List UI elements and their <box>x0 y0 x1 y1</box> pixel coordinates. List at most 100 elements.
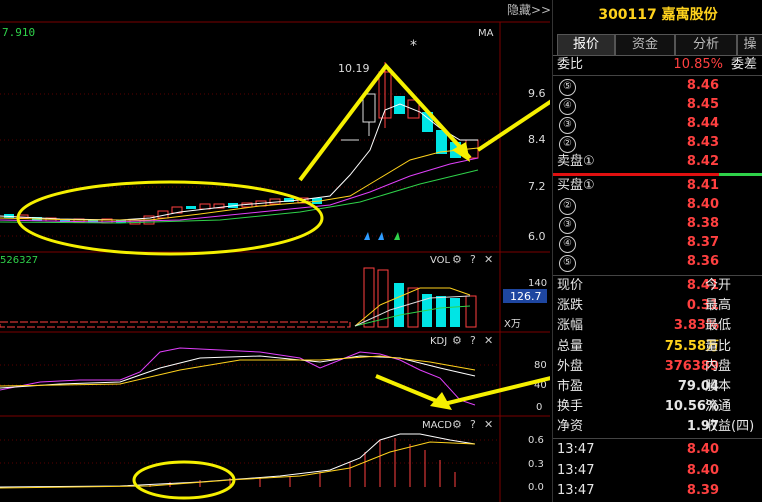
macd-gear-icon: ⚙ <box>452 418 462 431</box>
buy-price: 8.40 <box>686 197 719 212</box>
sell-row-1[interactable]: ⑤ 8.46 <box>557 76 761 96</box>
stat-row-3: 涨幅 3.83% 最低 <box>557 316 761 336</box>
main-ytick-4: 6.0 <box>528 230 546 243</box>
buy-row-1[interactable]: 买盘① 8.41 <box>557 176 761 196</box>
stat-label: 涨跌 <box>557 298 584 314</box>
vol-gear-icon: ⚙ <box>452 253 462 266</box>
webi-value: 10.85% <box>673 57 723 72</box>
buy-level-index: ③ <box>559 217 576 234</box>
stat-label: 外盘 <box>557 358 584 374</box>
kdj-close-icon: ✕ <box>484 334 493 347</box>
kdj-panel-icons[interactable]: ⚙ ? ✕ <box>452 334 493 347</box>
sell-level-index: ③ <box>559 117 576 134</box>
stat-label: 现价 <box>557 278 584 293</box>
buy-level-label: 买盘① <box>557 178 595 193</box>
stat-row-7: 换手 10.56% 流通 <box>557 397 761 417</box>
stat-right-label: 最低 <box>705 318 732 334</box>
buy-level-index: ⑤ <box>559 255 576 272</box>
kdj-ytick-3: 0 <box>536 402 542 413</box>
stat-label: 总量 <box>557 338 584 354</box>
macd-ytick-3: 0.0 <box>528 482 544 493</box>
main-ytick-3: 7.2 <box>528 180 546 193</box>
macd-ytick-2: 0.3 <box>528 459 544 470</box>
stat-right-label: 最高 <box>705 298 732 314</box>
buy-price: 8.38 <box>686 216 719 231</box>
webi-label: 委比 <box>557 57 584 72</box>
high-price-label: 10.19 <box>338 62 370 75</box>
macd-ytick-1: 0.6 <box>528 435 544 446</box>
sell-price: 8.42 <box>686 154 719 169</box>
buy-price: 8.37 <box>686 235 719 250</box>
sell-price: 8.44 <box>686 116 719 131</box>
tick-row-1: 13:47 8.40 <box>557 440 761 460</box>
webi-label2: 委差 <box>730 57 757 72</box>
sell-level-index: ⑤ <box>559 79 576 96</box>
tick-time: 13:47 <box>557 462 595 478</box>
tick-time: 13:47 <box>557 442 595 457</box>
kdj-gear-icon: ⚙ <box>452 334 462 347</box>
tick-row-3: 13:47 8.39 <box>557 481 761 501</box>
kdj-ytick-1: 80 <box>534 360 547 371</box>
sell-row-2[interactable]: ④ 8.45 <box>557 95 761 115</box>
vol-panel-icons[interactable]: ⚙ ? ✕ <box>452 253 493 266</box>
kline-chart-area[interactable]: 7.910 MA 10.19 * 9.6 8.4 7.2 6.0 526327 … <box>0 0 550 502</box>
buy-row-3[interactable]: ③ 8.38 <box>557 214 761 234</box>
ma-label: MA <box>478 28 494 39</box>
vol-title: VOL <box>430 255 451 266</box>
vol-ytick: 140 <box>528 278 547 289</box>
buy-row-2[interactable]: ② 8.40 <box>557 195 761 215</box>
sell-price: 8.43 <box>686 135 719 150</box>
buy-level-index: ④ <box>559 236 576 253</box>
main-ytick-2: 8.4 <box>528 133 546 146</box>
quote-panel: 300117 嘉寓股份 报价 资金 分析 操 委比 10.85% 委差 ⑤ 8.4… <box>552 0 762 502</box>
hide-panel-button[interactable]: 隐藏>> <box>507 3 550 17</box>
stat-right-label: 股本 <box>705 379 732 394</box>
sell-price: 8.45 <box>686 97 719 112</box>
macd-title: MACD <box>422 420 452 431</box>
stat-right-label: 今开 <box>705 278 732 293</box>
sell-row-4[interactable]: ② 8.43 <box>557 133 761 153</box>
chart-top-value: 7.910 <box>2 26 35 39</box>
buy-price: 8.41 <box>686 178 719 193</box>
vol-help-icon: ? <box>470 253 476 266</box>
stock-code: 300117 <box>598 7 657 23</box>
buy-row-5[interactable]: ⑤ 8.36 <box>557 252 761 272</box>
stat-right-label: 流通 <box>705 399 732 415</box>
sell-level-label: 卖盘① <box>557 154 595 169</box>
tick-row-2: 13:47 8.40 <box>557 461 761 481</box>
sell-level-index: ② <box>559 136 576 153</box>
tab-analysis[interactable]: 分析 <box>675 34 737 55</box>
vol-current: 126.7 <box>510 290 542 303</box>
stat-row-2: 涨跌 0.31 最高 <box>557 296 761 316</box>
tab-quote[interactable]: 报价 <box>557 34 615 55</box>
high-star: * <box>410 38 417 54</box>
tick-price: 8.40 <box>686 462 719 478</box>
tab-funds[interactable]: 资金 <box>615 34 675 55</box>
macd-panel-icons[interactable]: ⚙ ? ✕ <box>452 418 493 431</box>
stat-right-label: 收益(四) <box>705 419 755 435</box>
tab-more[interactable]: 操 <box>737 34 762 55</box>
stat-label: 净资 <box>557 419 584 435</box>
vol-unit: X万 <box>504 319 521 330</box>
stat-row-1: 现价 8.41 今开 <box>557 276 761 296</box>
sell-row-3[interactable]: ③ 8.44 <box>557 114 761 134</box>
stock-name: 嘉寓股份 <box>661 7 718 23</box>
buy-level-index: ② <box>559 198 576 215</box>
tick-time: 13:47 <box>557 483 595 498</box>
buy-price: 8.36 <box>686 254 719 269</box>
stat-row-8: 净资 1.97 收益(四) <box>557 417 761 437</box>
sell-level-index: ④ <box>559 98 576 115</box>
stat-label: 换手 <box>557 399 584 415</box>
stock-header: 300117 嘉寓股份 <box>553 4 762 24</box>
macd-help-icon: ? <box>470 418 476 431</box>
tick-price: 8.39 <box>686 483 719 498</box>
vol-close-icon: ✕ <box>484 253 493 266</box>
stat-label: 涨幅 <box>557 318 584 334</box>
vol-left-value: 526327 <box>0 255 38 266</box>
tick-price: 8.40 <box>686 442 719 457</box>
webi-row: 委比 10.85% 委差 <box>557 55 761 75</box>
sell-row-5[interactable]: 卖盘① 8.42 <box>557 152 761 172</box>
stat-row-5: 外盘 376389 内盘 <box>557 357 761 377</box>
buy-row-4[interactable]: ④ 8.37 <box>557 233 761 253</box>
stat-row-6: 市盈 79.04 股本 <box>557 377 761 397</box>
